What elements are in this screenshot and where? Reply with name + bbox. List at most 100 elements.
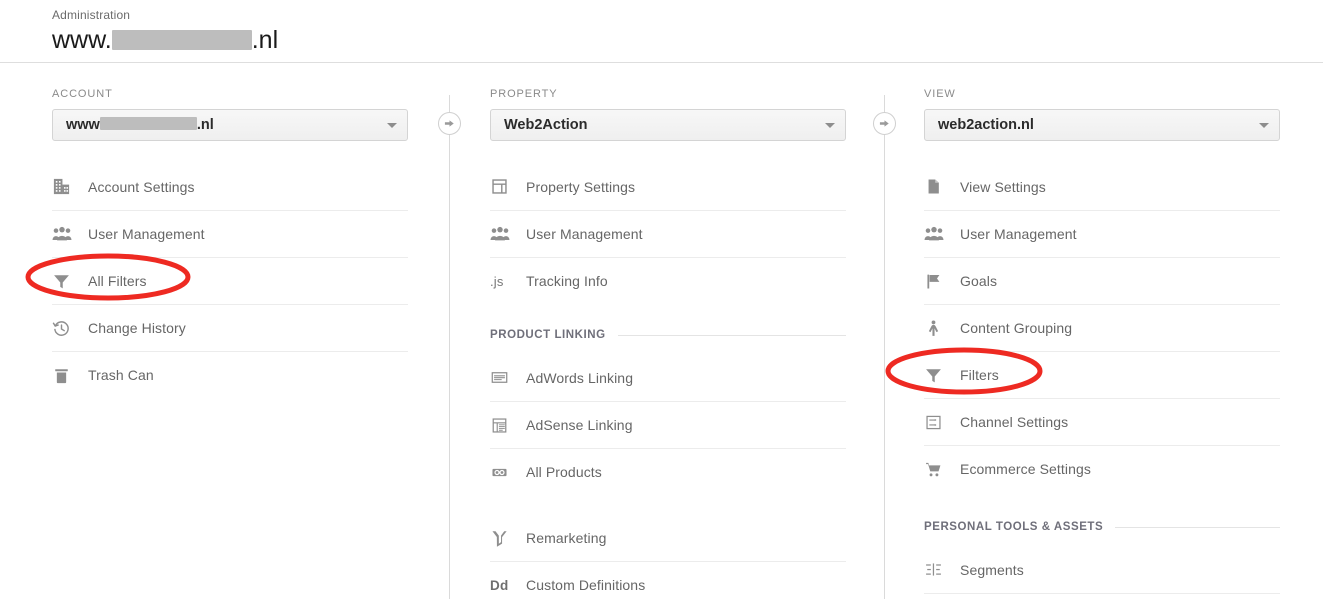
- nav-item-tracking-info[interactable]: .js Tracking Info: [490, 257, 846, 304]
- nav-item-label: AdWords Linking: [526, 369, 634, 386]
- nav-item-filters[interactable]: Filters: [924, 351, 1280, 398]
- page-title-prefix: www.: [52, 26, 112, 54]
- grouping-icon: [924, 319, 960, 338]
- property-nav: Property Settings User Management .js Tr…: [490, 163, 846, 599]
- nav-item-label: View Settings: [960, 178, 1046, 195]
- connector-property-to-view: [873, 63, 897, 599]
- nav-item-adwords-linking[interactable]: AdWords Linking: [490, 354, 846, 401]
- account-column-label: ACCOUNT: [52, 88, 113, 100]
- view-column: VIEW web2action.nl View Settings User Ma…: [924, 63, 1280, 599]
- dd-icon: Dd: [490, 577, 509, 593]
- nav-item-property-settings[interactable]: Property Settings: [490, 163, 846, 210]
- layout-icon: [490, 177, 526, 196]
- nav-item-label: All Products: [526, 464, 602, 480]
- cart-icon: [924, 460, 960, 479]
- nav-item-content-grouping[interactable]: Content Grouping: [924, 304, 1280, 351]
- nav-item-label: Filters: [960, 367, 999, 383]
- nav-item-label: Content Grouping: [960, 320, 1073, 336]
- nav-item-channel-settings[interactable]: Channel Settings: [924, 398, 1280, 445]
- nav-item-account-settings[interactable]: Account Settings: [52, 163, 408, 210]
- adsense-icon: [490, 416, 526, 435]
- nav-item-label: Custom Definitions: [526, 577, 646, 593]
- nav-item-view-settings[interactable]: View Settings: [924, 163, 1280, 210]
- section-divider: [617, 334, 846, 336]
- nav-item-user-management[interactable]: User Management: [52, 210, 408, 257]
- nav-item-label: Account Settings: [88, 178, 195, 195]
- people-icon: [924, 226, 960, 242]
- nav-item-label: Property Settings: [526, 178, 636, 195]
- page-title: www. .nl: [52, 24, 1323, 56]
- link-icon: [490, 463, 526, 482]
- column-divider-line: [884, 95, 885, 599]
- arrow-right-icon[interactable]: [873, 112, 896, 135]
- page-header: Administration www. .nl: [0, 0, 1323, 63]
- account-selector[interactable]: www .nl: [52, 109, 408, 141]
- channel-icon: [924, 413, 960, 432]
- chevron-down-icon: [387, 122, 397, 128]
- nav-item-remarketing[interactable]: Remarketing: [490, 514, 846, 561]
- nav-item-all-products[interactable]: All Products: [490, 448, 846, 495]
- admin-columns: ACCOUNT www .nl Account Settings User Ma…: [0, 63, 1323, 599]
- adwords-icon: [490, 368, 526, 387]
- property-column-label: PROPERTY: [490, 88, 558, 100]
- property-column: PROPERTY Web2Action Property Settings Us…: [490, 63, 846, 599]
- nav-item-label: Change History: [88, 320, 186, 336]
- nav-item-label: Channel Settings: [960, 414, 1069, 430]
- nav-item-label: Remarketing: [526, 529, 607, 546]
- nav-item-label: User Management: [526, 226, 643, 242]
- nav-item-label: Segments: [960, 561, 1024, 578]
- people-icon: [52, 226, 88, 242]
- nav-item-label: Trash Can: [88, 367, 154, 383]
- chevron-down-icon: [825, 122, 835, 128]
- account-nav: Account Settings User Management All Fil…: [52, 163, 408, 398]
- nav-item-adsense-linking[interactable]: AdSense Linking: [490, 401, 846, 448]
- history-icon: [52, 319, 88, 338]
- nav-item-label: Goals: [960, 273, 998, 289]
- redaction-bar: [111, 30, 252, 50]
- column-divider-line: [449, 95, 450, 599]
- nav-item-label: User Management: [960, 226, 1077, 242]
- trash-icon: [52, 366, 88, 385]
- nav-item-all-filters[interactable]: All Filters: [52, 257, 408, 304]
- section-header-personal-tools: PERSONAL TOOLS & ASSETS: [924, 508, 1280, 546]
- nav-item-annotations[interactable]: Annotations: [924, 593, 1280, 599]
- section-header-product-linking: PRODUCT LINKING: [490, 316, 846, 354]
- nav-item-ecommerce-settings[interactable]: Ecommerce Settings: [924, 445, 1280, 492]
- nav-item-goals[interactable]: Goals: [924, 257, 1280, 304]
- arrow-right-icon[interactable]: [438, 112, 461, 135]
- account-value-prefix: www: [66, 117, 100, 133]
- people-icon: [490, 226, 526, 242]
- view-selector-value: web2action.nl: [938, 117, 1034, 133]
- section-header-label: PRODUCT LINKING: [490, 329, 606, 341]
- nav-item-trash-can[interactable]: Trash Can: [52, 351, 408, 398]
- segments-icon: [924, 560, 960, 579]
- funnel-icon: [52, 272, 88, 291]
- nav-item-label: User Management: [88, 226, 205, 242]
- nav-item-label: Ecommerce Settings: [960, 461, 1091, 477]
- page-title-suffix: .nl: [251, 26, 279, 54]
- document-icon: [924, 177, 960, 196]
- account-selector-value: www .nl: [66, 117, 381, 133]
- remarketing-icon: [490, 528, 526, 547]
- section-divider: [1115, 526, 1280, 528]
- chevron-down-icon: [1259, 122, 1269, 128]
- admin-page: Administration www. .nl ACCOUNT www .nl: [0, 0, 1323, 599]
- section-header-label: PERSONAL TOOLS & ASSETS: [924, 521, 1104, 533]
- property-selector-value: Web2Action: [504, 117, 588, 133]
- building-icon: [52, 177, 88, 196]
- nav-item-custom-definitions[interactable]: Dd Custom Definitions: [490, 561, 846, 599]
- account-value-suffix: .nl: [196, 117, 214, 133]
- view-column-label: VIEW: [924, 88, 956, 100]
- breadcrumb-administration: Administration: [52, 8, 131, 22]
- nav-item-segments[interactable]: Segments: [924, 546, 1280, 593]
- view-selector[interactable]: web2action.nl: [924, 109, 1280, 141]
- flag-icon: [924, 272, 960, 291]
- nav-item-label: Tracking Info: [526, 273, 608, 289]
- js-icon: .js: [490, 273, 504, 289]
- connector-account-to-property: [438, 63, 462, 599]
- property-selector[interactable]: Web2Action: [490, 109, 846, 141]
- nav-item-user-management[interactable]: User Management: [490, 210, 846, 257]
- nav-item-user-management[interactable]: User Management: [924, 210, 1280, 257]
- redaction-bar: [99, 117, 197, 130]
- nav-item-change-history[interactable]: Change History: [52, 304, 408, 351]
